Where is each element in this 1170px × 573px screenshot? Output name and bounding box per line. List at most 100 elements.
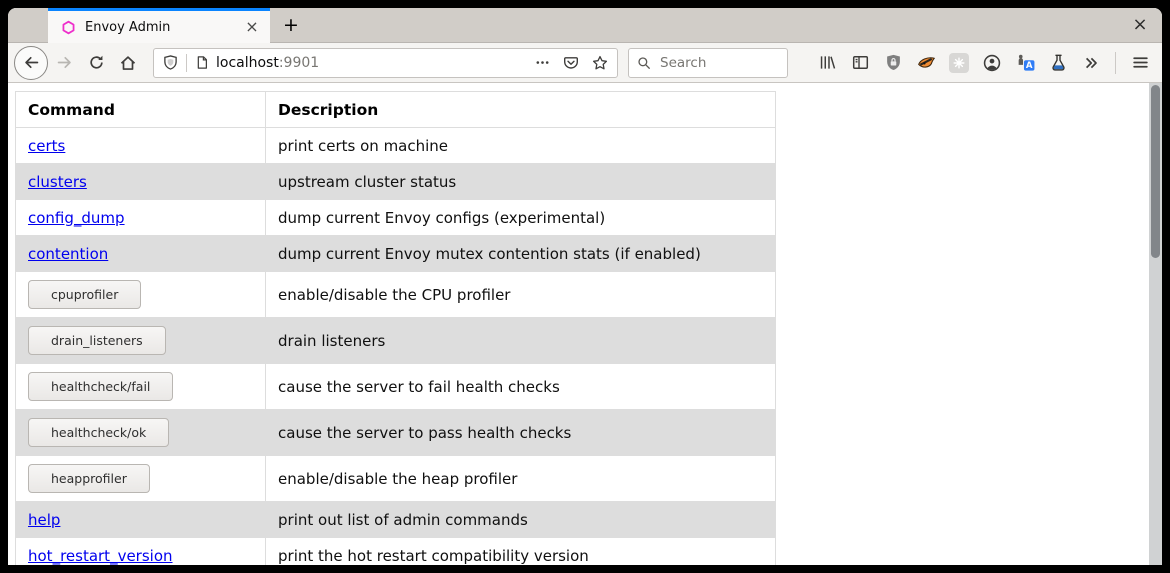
command-button[interactable]: drain_listeners [28, 326, 166, 355]
badger-icon [917, 53, 936, 72]
tab-envoy-admin[interactable]: Envoy Admin × [48, 8, 270, 43]
tracking-protection-shield-icon[interactable] [163, 55, 178, 70]
description-cell: enable/disable the CPU profiler [266, 272, 776, 318]
pocket-save-icon[interactable] [563, 55, 579, 71]
command-cell: help [16, 502, 266, 538]
command-cell: drain_listeners [16, 318, 266, 364]
page-info-icon[interactable] [195, 55, 209, 70]
command-link[interactable]: hot_restart_version [28, 547, 173, 565]
flask-extension-icon [1050, 54, 1067, 71]
browser-window: Envoy Admin × + × [8, 8, 1162, 565]
menu-button[interactable] [1126, 47, 1154, 79]
url-port: :9901 [279, 55, 319, 71]
tab-title: Envoy Admin [85, 20, 242, 35]
translate-extension-button[interactable]: A [1011, 47, 1039, 79]
table-row: healthcheck/ok cause the server to pass h… [16, 410, 776, 456]
urlbar-divider [186, 54, 187, 72]
back-arrow-icon [23, 54, 40, 71]
description-cell: dump current Envoy mutex contention stat… [266, 236, 776, 272]
url-bar[interactable]: localhost:9901 [153, 48, 618, 78]
page-actions-ellipsis-icon[interactable] [535, 55, 550, 70]
description-cell: cause the server to fail health checks [266, 364, 776, 410]
command-cell: healthcheck/fail [16, 364, 266, 410]
command-link[interactable]: config_dump [28, 209, 125, 227]
navigation-toolbar: localhost:9901 [8, 43, 1162, 83]
command-cell: contention [16, 236, 266, 272]
tabbar-spacer [306, 8, 1130, 42]
hamburger-icon [1132, 54, 1149, 71]
flower-extension-button[interactable] [945, 47, 973, 79]
bookmark-star-icon[interactable] [592, 55, 608, 71]
description-cell: print the hot restart compatibility vers… [266, 538, 776, 566]
description-column-header: Description [266, 92, 776, 128]
badger-extension-button[interactable] [912, 47, 940, 79]
account-icon [983, 54, 1001, 72]
command-cell: heapprofiler [16, 456, 266, 502]
description-cell: cause the server to pass health checks [266, 410, 776, 456]
reload-icon [88, 54, 105, 71]
search-input[interactable] [658, 54, 779, 72]
command-cell: cpuprofiler [16, 272, 266, 318]
library-button[interactable] [813, 47, 841, 79]
command-link[interactable]: certs [28, 137, 65, 155]
search-bar[interactable] [628, 48, 788, 78]
toolbar-right-icons: A [813, 47, 1154, 79]
description-cell: upstream cluster status [266, 164, 776, 200]
description-cell: print out list of admin commands [266, 502, 776, 538]
description-cell: print certs on machine [266, 128, 776, 164]
table-row: help print out list of admin commands [16, 502, 776, 538]
envoy-favicon-icon [61, 20, 76, 35]
description-cell: drain listeners [266, 318, 776, 364]
table-row: clusters upstream cluster status [16, 164, 776, 200]
command-link[interactable]: contention [28, 245, 108, 263]
sidebar-icon [852, 54, 869, 71]
flower-extension-icon [949, 53, 969, 73]
command-column-header: Command [16, 92, 266, 128]
new-tab-button[interactable]: + [276, 12, 306, 38]
scrollbar[interactable] [1149, 83, 1162, 565]
command-button[interactable]: cpuprofiler [28, 280, 141, 309]
command-button[interactable]: healthcheck/fail [28, 372, 173, 401]
command-cell: hot_restart_version [16, 538, 266, 566]
home-icon [119, 54, 137, 72]
table-body: certs print certs on machine clusters upstr… [16, 128, 776, 566]
command-cell: config_dump [16, 200, 266, 236]
url-host: localhost [216, 55, 279, 71]
description-cell: dump current Envoy configs (experimental… [266, 200, 776, 236]
flask-extension-button[interactable] [1044, 47, 1072, 79]
svg-text:A: A [1025, 61, 1032, 71]
reload-button[interactable] [80, 47, 112, 79]
table-row: certs print certs on machine [16, 128, 776, 164]
command-cell: certs [16, 128, 266, 164]
description-cell: enable/disable the heap profiler [266, 456, 776, 502]
translate-extension-icon: A [1016, 53, 1035, 72]
table-row: hot_restart_version print the hot restart… [16, 538, 776, 566]
command-button[interactable]: heapprofiler [28, 464, 150, 493]
tab-close-icon[interactable]: × [242, 17, 262, 37]
forward-button[interactable] [48, 47, 80, 79]
table-row: heapprofiler enable/disable the heap prof… [16, 456, 776, 502]
overflow-menu-button[interactable] [1077, 47, 1105, 79]
command-link[interactable]: help [28, 511, 60, 529]
urlbar-actions [535, 55, 608, 71]
command-cell: healthcheck/ok [16, 410, 266, 456]
tab-bar: Envoy Admin × + × [8, 8, 1162, 43]
command-link[interactable]: clusters [28, 173, 87, 191]
window-close-button[interactable]: × [1130, 15, 1150, 35]
table-row: cpuprofiler enable/disable the CPU profil… [16, 272, 776, 318]
command-cell: clusters [16, 164, 266, 200]
shield-lock-extension-button[interactable] [879, 47, 907, 79]
chevron-double-right-icon [1083, 55, 1099, 71]
scrollbar-thumb[interactable] [1151, 85, 1160, 258]
command-button[interactable]: healthcheck/ok [28, 418, 169, 447]
search-icon [637, 56, 651, 70]
back-button[interactable] [14, 46, 48, 80]
url-text: localhost:9901 [216, 55, 535, 71]
account-button[interactable] [978, 47, 1006, 79]
toolbar-separator [1115, 52, 1116, 74]
sidebar-toggle-button[interactable] [846, 47, 874, 79]
home-button[interactable] [112, 47, 144, 79]
table-row: drain_listeners drain listeners [16, 318, 776, 364]
table-header-row: Command Description [16, 92, 776, 128]
admin-commands-table: Command Description certs print certs on … [15, 91, 776, 565]
